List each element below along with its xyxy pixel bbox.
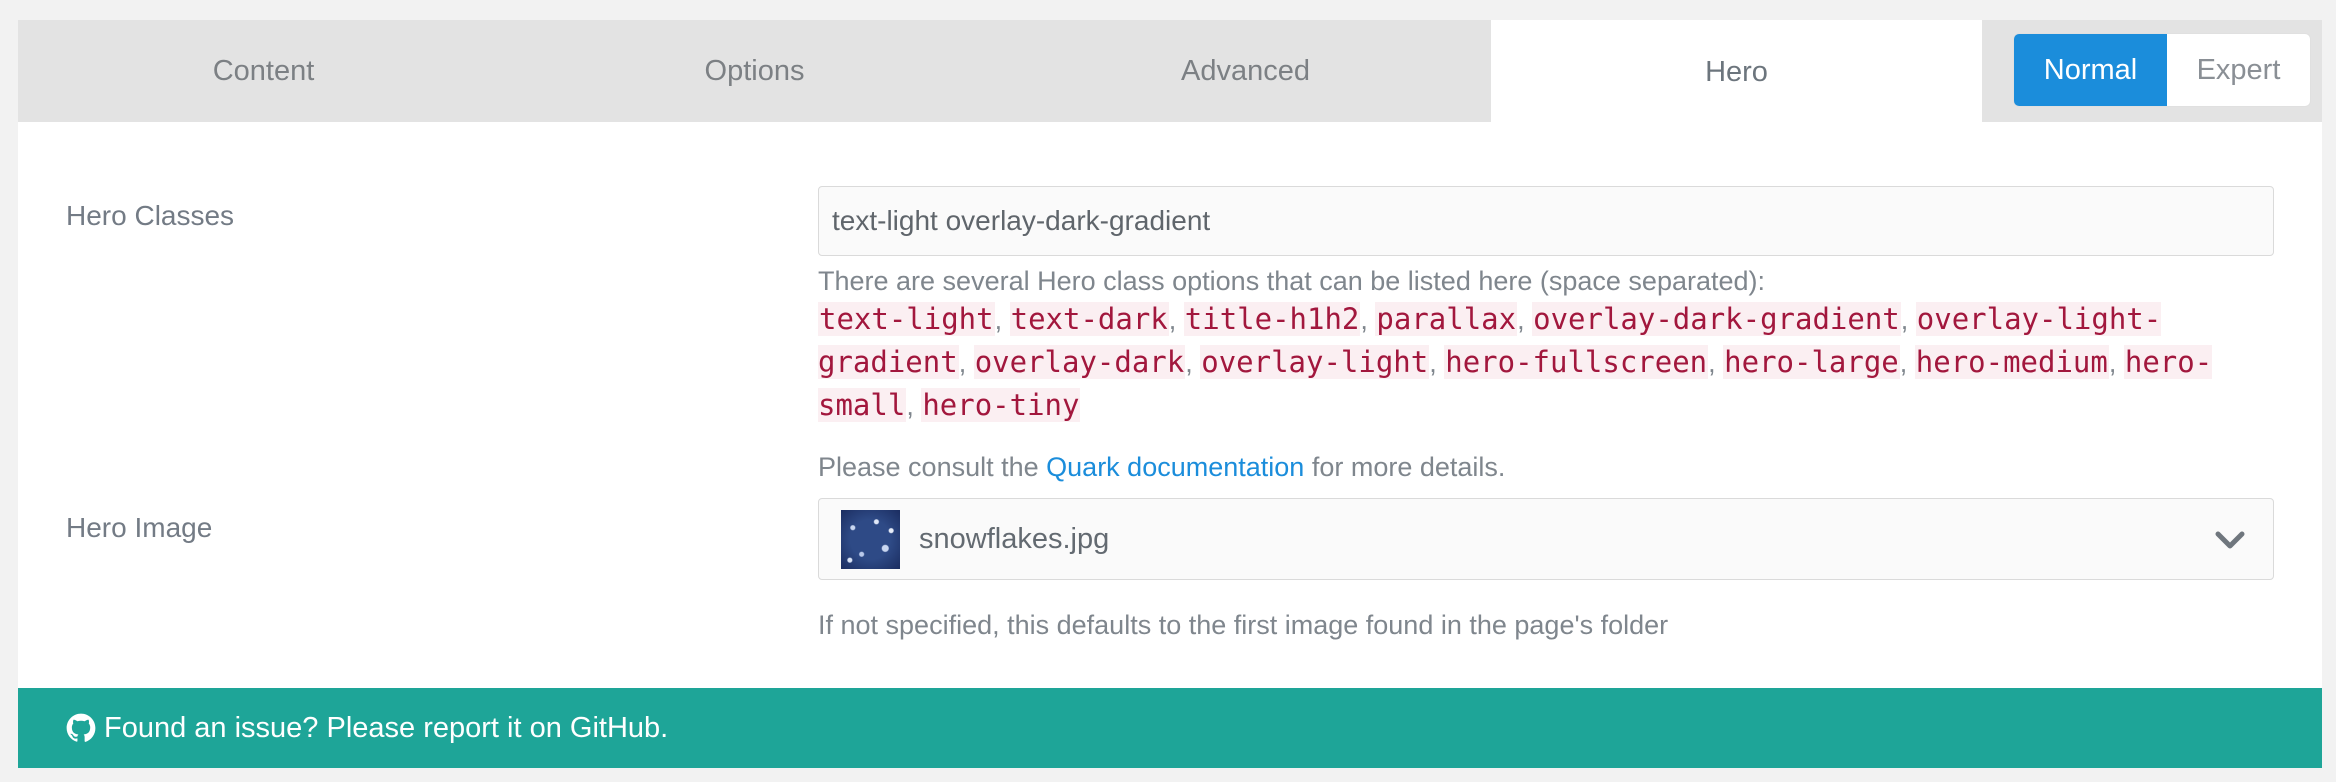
hero-class-option: title-h1h2 (1183, 302, 1361, 336)
normal-mode-button[interactable]: Normal (2014, 34, 2167, 106)
quark-documentation-link[interactable]: Quark documentation (1046, 452, 1304, 482)
expert-mode-button[interactable]: Expert (2167, 34, 2310, 106)
mode-switch: Normal Expert (2013, 33, 2311, 107)
hero-class-options-list: text-light, text-dark, title-h1h2, paral… (818, 302, 2213, 422)
hero-image-help: If not specified, this defaults to the f… (818, 610, 1669, 640)
hero-class-option: hero-fullscreen (1444, 345, 1709, 379)
hero-class-option: overlay-light (1200, 345, 1430, 379)
github-issue-footer[interactable]: Found an issue? Please report it on GitH… (18, 688, 2322, 768)
consult-suffix: for more details. (1304, 452, 1506, 482)
footer-text: Found an issue? Please report it on GitH… (104, 711, 669, 744)
hero-class-option: parallax (1375, 302, 1518, 336)
consult-prefix: Please consult the (818, 452, 1047, 482)
hero-class-option: text-dark (1009, 302, 1169, 336)
hero-classes-consult-text: Please consult the Quark documentation f… (818, 446, 2258, 488)
hero-image-value: snowflakes.jpg (919, 523, 1110, 555)
tab-advanced[interactable]: Advanced (1000, 20, 1491, 122)
tab-hero[interactable]: Hero (1491, 20, 1982, 124)
hero-class-option: hero-large (1723, 345, 1900, 379)
hero-classes-input[interactable] (818, 186, 2274, 256)
hero-classes-help-intro: There are several Hero class options tha… (818, 266, 1766, 296)
hero-settings-panel: Content Options Advanced Hero Normal Exp… (18, 20, 2322, 768)
hero-class-option: overlay-dark-gradient (1532, 302, 1901, 336)
chevron-down-icon (2215, 531, 2245, 549)
hero-image-thumbnail (841, 510, 900, 569)
hero-image-label: Hero Image (66, 512, 213, 543)
hero-classes-label: Hero Classes (66, 200, 235, 231)
hero-class-option: hero-medium (1914, 345, 2109, 379)
hero-class-option: overlay-dark (973, 345, 1186, 379)
tab-bar: Content Options Advanced Hero Normal Exp… (18, 20, 2322, 124)
tab-options[interactable]: Options (509, 20, 1000, 122)
hero-image-select[interactable]: snowflakes.jpg (818, 498, 2274, 580)
hero-class-option: hero-tiny (921, 388, 1081, 422)
hero-class-option: text-light (818, 302, 995, 336)
github-icon (66, 713, 96, 742)
tab-content[interactable]: Content (18, 20, 509, 122)
